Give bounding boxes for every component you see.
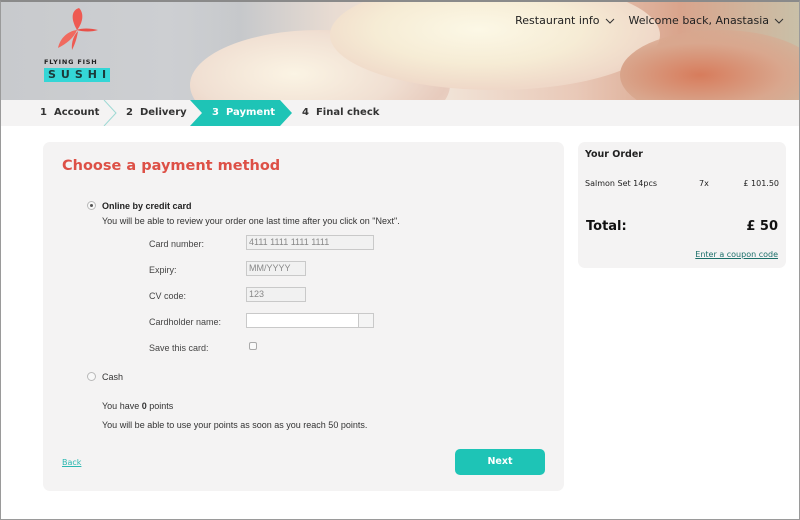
chevron-down-icon [605, 18, 614, 24]
save-card-checkbox[interactable] [249, 342, 257, 350]
expiry-input[interactable]: MM/YYYY [246, 261, 306, 276]
flying-fish-icon [58, 8, 98, 50]
welcome-label: Welcome back, Anastasia [628, 14, 770, 27]
step-separator-arrow [103, 100, 117, 126]
checkout-progress-steps: 1 Account 2 Delivery 3 Payment 4 Final check [0, 100, 800, 126]
step-label: Account [53, 107, 100, 118]
points-note: You will be able to use your points as s… [102, 420, 368, 430]
step-label: Delivery [139, 107, 187, 118]
cash-label: Cash [102, 372, 124, 382]
points-prefix: You have [102, 401, 140, 411]
steps-arrows [103, 100, 292, 126]
chevron-down-icon [774, 18, 784, 24]
cardholder-name-input[interactable] [246, 313, 359, 328]
cardholder-autofill-button[interactable] [358, 313, 374, 328]
order-title: Your Order [585, 149, 643, 160]
cardholder-name-label: Cardholder name: [149, 317, 222, 327]
brand-sushi-badge: SUSHI [44, 68, 110, 82]
logo[interactable]: FLYING FISH SUSHI [42, 8, 114, 82]
brand-name: FLYING FISH [44, 58, 98, 66]
header-banner: FLYING FISH SUSHI Restaurant info Welcom… [0, 0, 800, 100]
restaurant-info-menu[interactable]: Restaurant info [515, 14, 614, 27]
points-balance: You have 0 points [102, 401, 173, 411]
order-item-qty: 7x [699, 179, 709, 188]
payment-method-panel: Choose a payment method Online by credit… [43, 142, 564, 491]
step-payment[interactable]: 3 Payment [212, 100, 275, 126]
step-number: 1 [40, 107, 47, 118]
points-value: 0 [141, 401, 147, 411]
next-button[interactable]: Next [455, 449, 545, 475]
page-title: Choose a payment method [62, 158, 281, 174]
order-summary: Your Order Salmon Set 14pcs 7x £ 101.50 … [578, 142, 786, 268]
card-number-input[interactable]: 4111 1111 1111 1111 [246, 235, 374, 250]
step-final-check[interactable]: 4 Final check [302, 100, 379, 126]
online-card-note: You will be able to review your order on… [102, 216, 400, 226]
coupon-link[interactable]: Enter a coupon code [695, 250, 778, 259]
online-card-radio[interactable] [87, 201, 96, 210]
total-label: Total: [586, 219, 627, 234]
step-number: 2 [126, 107, 133, 118]
step-account[interactable]: 1 Account [40, 100, 99, 126]
step-label: Payment [225, 107, 276, 118]
top-navigation: Restaurant info Welcome back, Anastasia [515, 14, 784, 27]
total-value: £ 50 [746, 219, 778, 234]
step-delivery[interactable]: 2 Delivery [126, 100, 187, 126]
user-account-menu[interactable]: Welcome back, Anastasia [629, 14, 785, 27]
back-link[interactable]: Back [62, 458, 81, 467]
online-card-label: Online by credit card [102, 201, 192, 211]
step-number: 4 [302, 107, 309, 118]
cv-code-label: CV code: [149, 291, 187, 301]
expiry-label: Expiry: [149, 265, 177, 275]
order-item-name: Salmon Set 14pcs [585, 179, 658, 188]
step-label: Final check [315, 107, 380, 118]
points-suffix: points [149, 401, 174, 411]
order-item-price: £ 101.50 [743, 179, 779, 188]
restaurant-info-label: Restaurant info [515, 14, 600, 27]
cv-code-input[interactable]: 123 [246, 287, 306, 302]
card-number-label: Card number: [149, 239, 205, 249]
cash-radio[interactable] [87, 372, 96, 381]
step-number: 3 [212, 107, 219, 118]
save-card-label: Save this card: [149, 343, 209, 353]
